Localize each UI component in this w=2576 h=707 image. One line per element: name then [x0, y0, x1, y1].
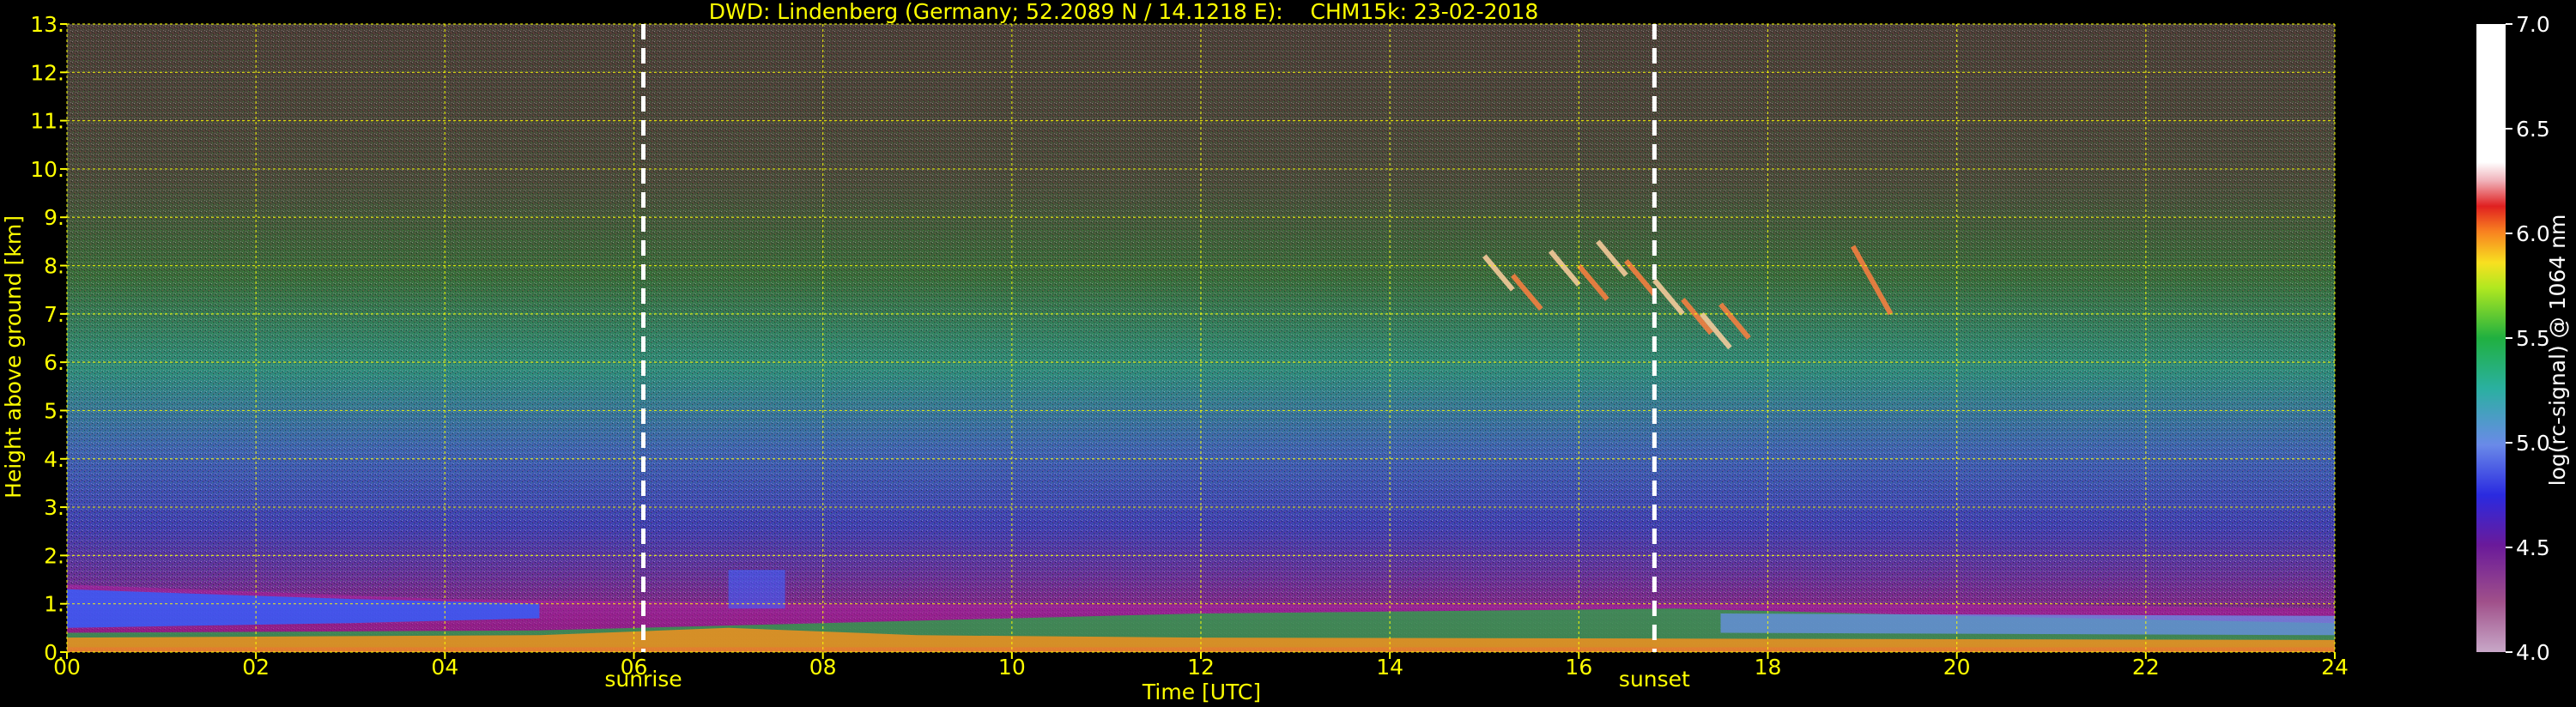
x-axis-label: Time [UTC] [1142, 680, 1261, 704]
sunset-label: sunset [1619, 667, 1690, 692]
chart-title: DWD: Lindenberg (Germany; 52.2089 N / 14… [709, 0, 1539, 24]
x-tick-label: 06 [621, 655, 648, 680]
y-tick-label: 13. [30, 12, 64, 37]
y-axis-label: Height above ground [km] [1, 215, 26, 499]
x-tick-label: 02 [242, 655, 270, 680]
y-tick-label: 12. [30, 60, 64, 85]
evening-layer-band [1720, 613, 2335, 636]
x-tick-label: 16 [1565, 655, 1592, 680]
y-tick-label: 4. [44, 447, 64, 472]
chart-canvas: sunrise sunset 00 02 04 06 08 10 12 14 16 18 20 22 24… [1, 0, 2570, 704]
x-tick-labels: 00 02 04 06 08 10 12 14 16 18 20 22 24 [53, 652, 2349, 680]
ceilometer-chart: sunrise sunset 00 02 04 06 08 10 12 14 16 18 20 22 24… [0, 0, 2576, 707]
x-tick-label: 04 [431, 655, 458, 680]
colorbar-tick-label: 4.0 [2516, 640, 2550, 665]
y-tick-label: 2. [44, 543, 64, 568]
y-tick-label: 10. [30, 157, 64, 182]
y-tick-label: 8. [44, 254, 64, 279]
colorbar [2476, 24, 2506, 652]
x-tick-label: 24 [2321, 655, 2349, 680]
x-tick-label: 20 [1943, 655, 1971, 680]
y-tick-labels: 0. 1. 2. 3. 4. 5. 6. 7. 8. 9. 10. 11. 12. 13. [30, 12, 67, 665]
x-tick-label: 10 [998, 655, 1026, 680]
colorbar-tick-label: 4.5 [2516, 535, 2550, 560]
y-tick-label: 0. [44, 640, 64, 665]
y-tick-label: 7. [44, 302, 64, 327]
colorbar-tick-label: 7.0 [2516, 12, 2550, 37]
y-tick-label: 9. [44, 205, 64, 230]
x-tick-label: 18 [1755, 655, 1782, 680]
x-tick-label: 22 [2132, 655, 2160, 680]
x-tick-label: 12 [1187, 655, 1215, 680]
y-tick-label: 6. [44, 350, 64, 375]
colorbar-tick-label: 6.5 [2516, 117, 2550, 142]
x-tick-label: 14 [1376, 655, 1403, 680]
y-tick-label: 1. [44, 592, 64, 617]
y-tick-label: 3. [44, 495, 64, 520]
x-tick-label: 08 [809, 655, 837, 680]
colorbar-label: log(rc-signal) @ 1064 nm [2545, 215, 2570, 486]
colorbar-tick-labels: 4.04.55.05.56.06.57.0 [2506, 12, 2550, 665]
precipitation-streaks [728, 570, 785, 609]
y-tick-label: 5. [44, 398, 64, 423]
y-tick-label: 11. [30, 109, 64, 134]
